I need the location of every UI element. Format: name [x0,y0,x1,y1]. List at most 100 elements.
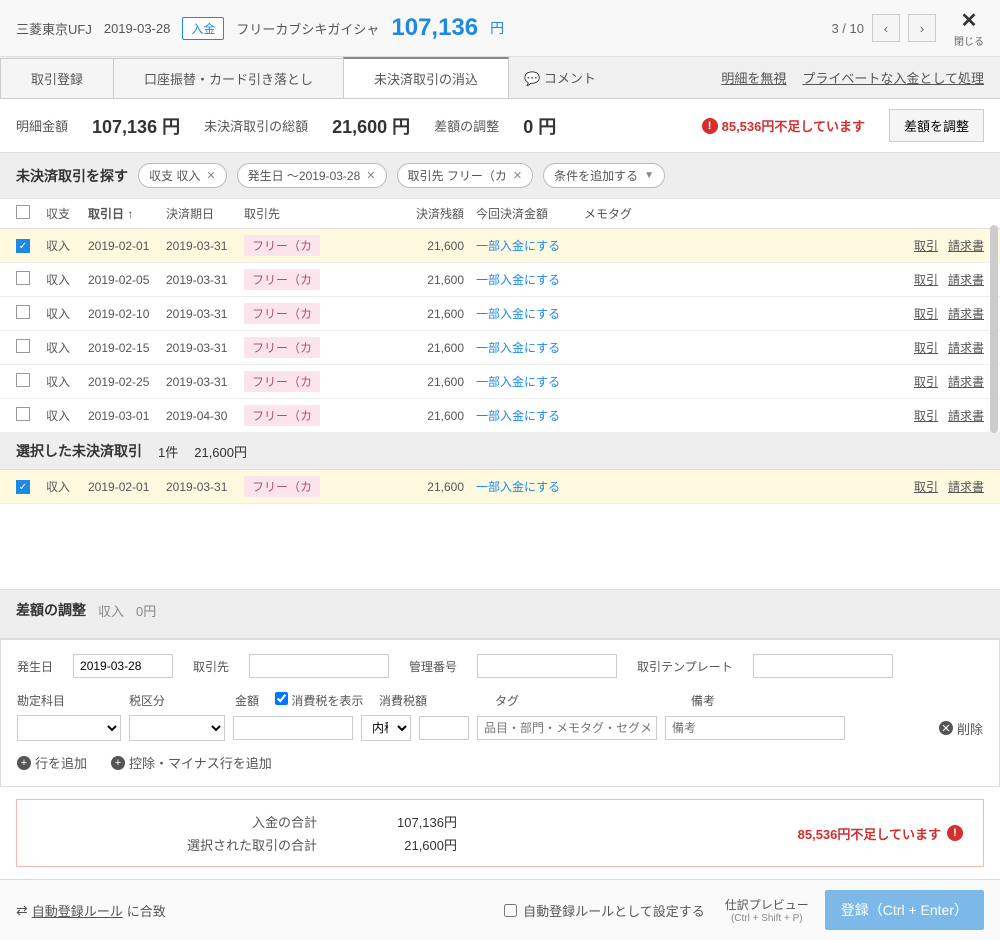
auto-rule-link[interactable]: 自動登録ルール [32,901,123,920]
row-checkbox[interactable] [16,305,30,319]
invoice-link[interactable]: 請求書 [948,271,984,288]
tab-register[interactable]: 取引登録 [0,58,114,98]
partial-link[interactable]: 一部入金にする [476,375,560,389]
scrollbar[interactable] [990,225,998,433]
template-input[interactable] [753,654,893,678]
chip-close-icon[interactable]: ✕ [206,169,215,182]
partial-link[interactable]: 一部入金にする [476,341,560,355]
payer-name: フリーカブシキガイシャ [236,19,379,38]
txn-link[interactable]: 取引 [914,237,938,254]
occur-date-input[interactable] [73,654,173,678]
txn-link[interactable]: 取引 [914,373,938,390]
tab-transfer[interactable]: 口座振替・カード引き落とし [113,58,344,98]
row-date: 2019-02-15 [88,341,166,355]
row-balance: 21,600 [384,409,464,423]
row-checkbox[interactable]: ✓ [16,480,30,494]
next-button[interactable]: › [908,14,936,42]
table-row[interactable]: 収入2019-03-012019-04-30フリー（カ21,600一部入金にする… [0,399,1000,433]
partial-link[interactable]: 一部入金にする [476,480,560,494]
invoice-link[interactable]: 請求書 [948,305,984,322]
occur-date-label: 発生日 [17,658,53,675]
col-date[interactable]: 取引日 ↑ [88,205,166,222]
mgmt-input[interactable] [477,654,617,678]
filter-chip-type[interactable]: 収支 収入✕ [138,163,227,188]
txn-link[interactable]: 取引 [914,407,938,424]
invoice-link[interactable]: 請求書 [948,478,984,495]
diff-value: 0 円 [523,113,556,139]
bank-name: 三菱東京UFJ [16,19,92,38]
selected-count: 1件 [158,442,178,461]
tax-type-label: 税区分 [129,692,235,709]
tax-type-select[interactable] [129,715,225,741]
pager: 3 / 10 ‹ › ✕ 閉じる [831,8,984,48]
add-row-button[interactable]: +行を追加 [17,753,87,772]
unsettled-table: 収支 取引日 ↑ 決済期日 取引先 決済残額 今回決済金額 メモタグ ✓収入20… [0,199,1000,433]
partial-link[interactable]: 一部入金にする [476,409,560,423]
txn-link[interactable]: 取引 [914,478,938,495]
chip-close-icon[interactable]: ✕ [366,169,375,182]
tab-unsettled[interactable]: 未決済取引の消込 [343,57,509,98]
filter-chip-date[interactable]: 発生日 ～2019-03-28✕ [237,163,387,188]
selected-total-value: 21,600円 [357,835,457,854]
row-checkbox[interactable] [16,407,30,421]
vendor-chip: フリー（カ [244,337,320,358]
account-label: 勘定科目 [17,692,129,709]
table-row[interactable]: 収入2019-02-252019-03-31フリー（カ21,600一部入金にする… [0,365,1000,399]
invoice-link[interactable]: 請求書 [948,407,984,424]
set-rule-checkbox[interactable] [504,904,517,917]
add-filter-chip[interactable]: 条件を追加する▼ [543,163,665,188]
tax-amount-input[interactable] [419,716,469,740]
row-balance: 21,600 [384,273,464,287]
chip-close-icon[interactable]: ✕ [513,169,522,182]
row-checkbox[interactable]: ✓ [16,239,30,253]
filter-bar: 未決済取引を探す 収支 収入✕ 発生日 ～2019-03-28✕ 取引先 フリー… [0,153,1000,199]
tag-input[interactable] [477,716,657,740]
tax-option-select[interactable]: 内税 [361,715,411,741]
note-input[interactable] [665,716,845,740]
row-date: 2019-02-05 [88,273,166,287]
preview-link[interactable]: 仕訳プレビュー (Ctrl + Shift + P) [725,896,809,924]
show-tax-label[interactable]: 消費税を表示 [275,694,363,708]
vendor-input[interactable] [249,654,389,678]
deposit-total-value: 107,136円 [357,812,457,831]
invoice-link[interactable]: 請求書 [948,237,984,254]
register-button[interactable]: 登録（Ctrl + Enter） [825,890,984,930]
table-row[interactable]: ✓収入2019-02-012019-03-31フリー（カ21,600一部入金にす… [0,229,1000,263]
row-checkbox[interactable] [16,271,30,285]
partial-link[interactable]: 一部入金にする [476,307,560,321]
partial-link[interactable]: 一部入金にする [476,239,560,253]
row-checkbox[interactable] [16,373,30,387]
select-all-checkbox[interactable] [16,205,30,219]
account-select[interactable] [17,715,121,741]
prev-button[interactable]: ‹ [872,14,900,42]
row-balance: 21,600 [384,480,464,494]
txn-link[interactable]: 取引 [914,339,938,356]
ignore-link[interactable]: 明細を無視 [721,68,786,87]
table-row[interactable]: 収入2019-02-152019-03-31フリー（カ21,600一部入金にする… [0,331,1000,365]
invoice-link[interactable]: 請求書 [948,339,984,356]
vendor-chip: フリー（カ [244,303,320,324]
row-checkbox[interactable] [16,339,30,353]
table-row[interactable]: 収入2019-02-102019-03-31フリー（カ21,600一部入金にする… [0,297,1000,331]
show-tax-checkbox[interactable] [275,692,288,705]
partial-link[interactable]: 一部入金にする [476,273,560,287]
adjust-type: 収入 [98,601,124,620]
filter-chip-vendor[interactable]: 取引先 フリー（カ✕ [397,163,534,188]
txn-link[interactable]: 取引 [914,305,938,322]
comment-link[interactable]: 💬 コメント [508,68,612,87]
invoice-link[interactable]: 請求書 [948,373,984,390]
amount-input[interactable] [233,716,353,740]
add-deduction-button[interactable]: +控除・マイナス行を追加 [111,753,272,772]
private-link[interactable]: プライベートな入金として処理 [802,68,984,87]
header-bar: 三菱東京UFJ 2019-03-28 入金 フリーカブシキガイシャ 107,13… [0,0,1000,57]
vendor-chip: フリー（カ [244,405,320,426]
adjust-button[interactable]: 差額を調整 [889,109,984,142]
row-due: 2019-03-31 [166,307,244,321]
detail-value: 107,136 円 [92,113,180,139]
vendor-chip: フリー（カ [244,476,320,497]
close-button[interactable]: ✕ 閉じる [954,8,984,48]
delete-row-button[interactable]: ✕ 削除 [939,719,983,738]
txn-link[interactable]: 取引 [914,271,938,288]
table-row[interactable]: 収入2019-02-052019-03-31フリー（カ21,600一部入金にする… [0,263,1000,297]
header-amount: 107,136 [391,14,478,42]
